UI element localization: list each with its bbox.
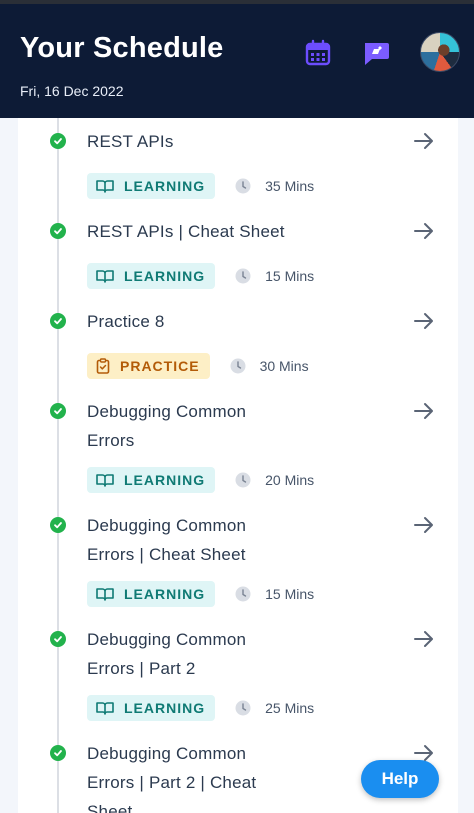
book-icon <box>96 270 114 283</box>
duration: 15 Mins <box>265 268 315 284</box>
arrow-right-icon[interactable] <box>412 129 436 153</box>
left-gutter <box>0 118 18 813</box>
item-meta: LEARNING 25 Mins <box>87 695 314 721</box>
clipboard-icon <box>96 358 110 374</box>
duration: 30 Mins <box>259 358 309 374</box>
clock-icon <box>235 700 251 716</box>
arrow-right-icon[interactable] <box>412 309 436 333</box>
item-meta: LEARNING 20 Mins <box>87 467 314 493</box>
duration: 35 Mins <box>265 178 315 194</box>
help-button[interactable]: Help <box>361 760 439 798</box>
schedule-header: Your Schedule Fri, 16 Dec 2022 <box>0 4 474 118</box>
item-title: REST APIs <box>87 132 174 151</box>
schedule-list: REST APIs LEARNING 35 Mins REST APIs | C… <box>18 118 458 813</box>
badge-label: LEARNING <box>124 472 206 488</box>
badge-label: LEARNING <box>124 178 206 194</box>
practice-badge: PRACTICE <box>87 353 210 379</box>
chat-icon[interactable] <box>360 37 392 69</box>
clock-icon <box>235 268 251 284</box>
clock-icon <box>235 586 251 602</box>
learning-badge: LEARNING <box>87 581 216 607</box>
item-title: Debugging Common Errors | Part 2 <box>87 630 247 678</box>
clock-icon <box>235 178 251 194</box>
check-icon <box>50 223 66 239</box>
right-gutter <box>458 118 474 813</box>
item-meta: LEARNING 15 Mins <box>87 581 314 607</box>
duration: 20 Mins <box>265 472 315 488</box>
badge-label: LEARNING <box>124 586 206 602</box>
learning-badge: LEARNING <box>87 467 216 493</box>
learning-badge: LEARNING <box>87 263 216 289</box>
check-icon <box>50 313 66 329</box>
duration: 15 Mins <box>265 586 315 602</box>
item-title: Practice 8 <box>87 312 165 331</box>
learning-badge: LEARNING <box>87 695 216 721</box>
arrow-right-icon[interactable] <box>412 513 436 537</box>
avatar[interactable] <box>420 32 460 72</box>
check-icon <box>50 745 66 761</box>
book-icon <box>96 474 114 487</box>
clock-icon <box>230 358 246 374</box>
item-title: Debugging Common Errors <box>87 402 247 450</box>
check-icon <box>50 133 66 149</box>
check-icon <box>50 403 66 419</box>
badge-label: PRACTICE <box>120 358 200 374</box>
badge-label: LEARNING <box>124 700 206 716</box>
book-icon <box>96 588 114 601</box>
item-title: Debugging Common Errors | Cheat Sheet <box>87 516 247 564</box>
arrow-right-icon[interactable] <box>412 627 436 651</box>
item-meta: LEARNING 35 Mins <box>87 173 314 199</box>
calendar-icon[interactable] <box>304 39 332 67</box>
learning-badge: LEARNING <box>87 173 216 199</box>
check-icon <box>50 631 66 647</box>
schedule-date: Fri, 16 Dec 2022 <box>20 83 124 99</box>
badge-label: LEARNING <box>124 268 206 284</box>
item-meta: PRACTICE 30 Mins <box>87 353 309 379</box>
book-icon <box>96 180 114 193</box>
arrow-right-icon[interactable] <box>412 219 436 243</box>
check-icon <box>50 517 66 533</box>
item-meta: LEARNING 15 Mins <box>87 263 314 289</box>
arrow-right-icon[interactable] <box>412 399 436 423</box>
clock-icon <box>235 472 251 488</box>
item-title: REST APIs | Cheat Sheet <box>87 222 285 241</box>
duration: 25 Mins <box>265 700 315 716</box>
page-title: Your Schedule <box>20 32 224 64</box>
item-title: Debugging Common Errors | Part 2 | Cheat… <box>87 744 257 813</box>
book-icon <box>96 702 114 715</box>
